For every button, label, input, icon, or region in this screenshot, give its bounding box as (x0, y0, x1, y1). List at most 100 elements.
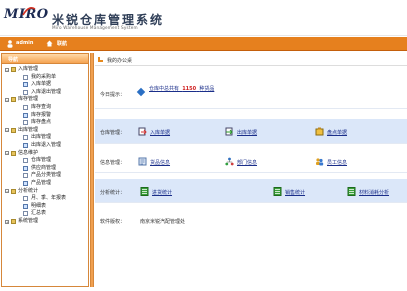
logo-swoosh-icon (22, 7, 36, 16)
purchase-stats-label: 进货统计 (152, 190, 173, 196)
folder-icon (11, 188, 16, 194)
dept-info-link[interactable]: 部门信息 (225, 157, 257, 166)
material-analysis-label: 材料消耗分析 (359, 190, 390, 196)
home-icon[interactable] (46, 40, 53, 47)
tree-item-label: 产品管理 (31, 179, 52, 186)
collapse-icon[interactable]: − (5, 128, 9, 133)
folder-icon (11, 97, 16, 103)
panel-splitter[interactable] (90, 53, 94, 287)
notice-row: 今日提示： 仓库中总共有 1150 种货品 (95, 79, 407, 109)
tree-group[interactable]: − 库存管理 (2, 96, 88, 104)
outbound-doc-link[interactable]: 出库单据 (225, 127, 258, 136)
nav-tab[interactable]: 导航 (2, 54, 88, 64)
tree-item-label: 月、季、年报表 (31, 195, 67, 202)
material-analysis-icon (347, 187, 356, 196)
page-icon (23, 165, 28, 171)
notice-diamond-icon (136, 87, 146, 97)
outbound-doc-label: 出库单据 (237, 130, 258, 136)
tree-group-label: 系统管理 (18, 217, 39, 224)
stocktake-doc-icon (315, 127, 324, 136)
warehouse-row: 仓库管理： 入库单据 出库单据 盘点单据 (95, 119, 407, 144)
analysis-row: 分析统计： 进货统计 销售统计 材料消耗分析 (95, 179, 407, 203)
top-bar: admin 联航 (0, 37, 407, 51)
tree-item-label: 产品分类管理 (31, 172, 62, 179)
tree-item[interactable]: 出库退入管理 (2, 142, 88, 150)
goods-info-icon (138, 157, 147, 166)
tree-item-label: 入库单据 (31, 81, 52, 88)
tree-item-label: 汇总表 (31, 210, 47, 217)
tree-group[interactable]: − 分析统计 (2, 188, 88, 196)
sales-stats-link[interactable]: 销售统计 (273, 187, 306, 196)
collapse-icon[interactable]: − (5, 67, 9, 72)
staff-info-link[interactable]: 员工信息 (316, 158, 347, 166)
folder-icon (11, 150, 16, 156)
folder-icon (11, 67, 16, 72)
tree-group-label: 入库管理 (18, 66, 39, 72)
page-icon (23, 135, 28, 141)
page-icon (23, 89, 28, 95)
collapse-icon[interactable]: − (5, 189, 9, 194)
copyright-label: 软件版权： (100, 219, 126, 225)
tree-item[interactable]: 库存盘点 (2, 119, 88, 127)
home-link[interactable]: 联航 (57, 40, 67, 47)
tree-group-label: 库存管理 (18, 96, 39, 103)
collapse-icon[interactable]: − (5, 98, 9, 103)
notice-count: 1150 (182, 86, 197, 92)
breadcrumb-icon (98, 57, 103, 62)
sales-stats-icon (273, 187, 282, 196)
nav-panel: 导航 − 入库管理 我的采购单 入库单据 入库退出管理 − 库存管理 库存查询 库存报警 库存盘点… (1, 53, 89, 287)
page-icon (23, 82, 28, 88)
tree-group-label: 分析统计 (18, 187, 39, 194)
inbound-doc-link[interactable]: 入库单据 (138, 127, 171, 136)
tree-item[interactable]: 入库退出管理 (2, 89, 88, 97)
page-icon (23, 120, 28, 126)
collapse-icon[interactable]: − (5, 151, 9, 156)
purchase-stats-link[interactable]: 进货统计 (140, 187, 173, 196)
inbound-doc-icon (138, 127, 147, 136)
stocktake-doc-link[interactable]: 盘点单据 (315, 127, 347, 136)
tree-item[interactable]: 月、季、年报表 (2, 195, 88, 203)
tree-item[interactable]: 仓库管理 (2, 157, 88, 165)
folder-icon (11, 218, 16, 224)
sales-stats-label: 销售统计 (285, 190, 306, 196)
page-icon (23, 180, 28, 186)
warehouse-label: 仓库管理： (100, 130, 126, 136)
notice-link[interactable]: 仓库中总共有 1150 种货品 (149, 86, 229, 93)
notice-label: 今日提示： (100, 92, 126, 98)
expand-icon[interactable]: + (5, 219, 9, 224)
info-label: 信息管理： (100, 160, 126, 166)
tree-item[interactable]: 出库管理 (2, 134, 88, 142)
page-icon (23, 142, 28, 148)
system-subtitle: Miro Warehouse Management System (52, 25, 138, 30)
goods-info-label: 货品信息 (150, 160, 171, 166)
goods-info-link[interactable]: 货品信息 (138, 157, 171, 166)
dept-info-icon (225, 157, 234, 166)
copyright-row: 软件版权： 南京米锐汽配管理处 (95, 209, 407, 233)
tree-item[interactable]: 入库单据 (2, 81, 88, 89)
tree-item-label: 出库管理 (31, 134, 52, 141)
material-analysis-link[interactable]: 材料消耗分析 (347, 187, 390, 196)
nav-tab-label: 导航 (8, 57, 19, 63)
page-icon (23, 196, 28, 202)
tree-item[interactable]: 产品管理 (2, 180, 88, 188)
page-icon (23, 112, 28, 118)
staff-info-icon (316, 158, 324, 166)
notice-text-after: 种货品 (199, 86, 215, 92)
tree-group[interactable]: − 入库管理 (2, 66, 88, 74)
tree-item-label: 仓库管理 (31, 157, 52, 164)
tree-item[interactable]: 库存查询 (2, 104, 88, 112)
page-icon (23, 173, 28, 179)
tree-group[interactable]: + 系统管理 (2, 218, 88, 226)
tree-item[interactable]: 汇总表 (2, 210, 88, 218)
inbound-doc-label: 入库单据 (150, 130, 171, 136)
purchase-stats-icon (140, 187, 149, 196)
analysis-label: 分析统计： (100, 190, 126, 196)
user-icon (7, 40, 13, 48)
tree-group-label: 信息维护 (18, 149, 39, 156)
page-icon (23, 203, 28, 209)
breadcrumb-bar: 我的办公桌 (95, 53, 407, 66)
page-icon (23, 211, 28, 217)
tree-item[interactable]: 产品分类管理 (2, 172, 88, 180)
tree-item-label: 库存查询 (31, 103, 52, 110)
tree-group[interactable]: − 信息维护 (2, 150, 88, 158)
